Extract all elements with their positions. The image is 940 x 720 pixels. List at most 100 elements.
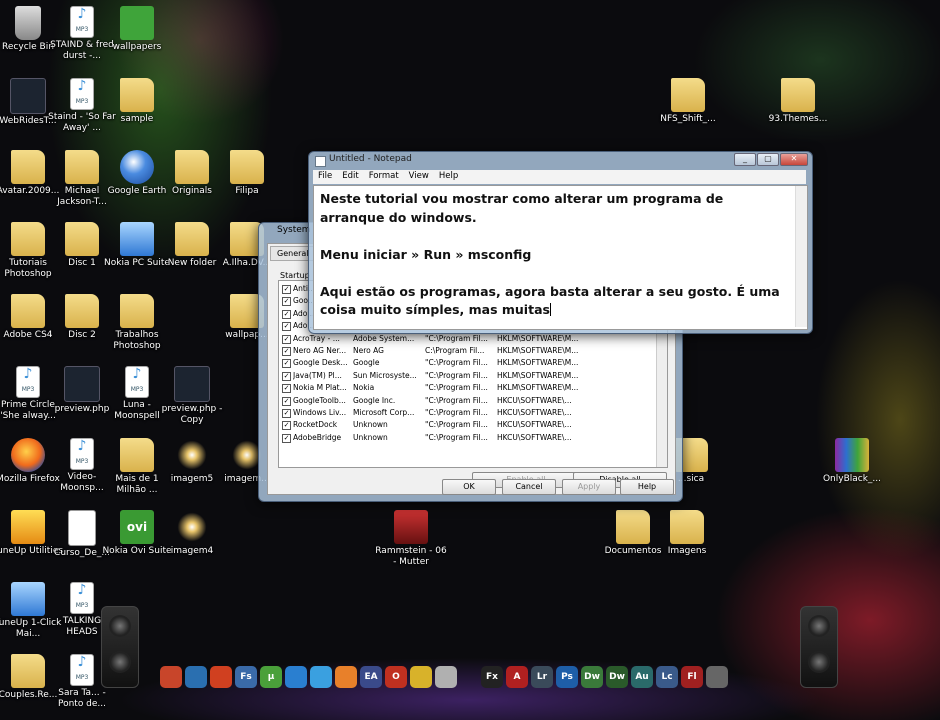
startup-location: HKCU\SOFTWARE\...: [497, 395, 572, 405]
dreamweaver-icon[interactable]: Dw: [581, 666, 603, 688]
desktop-icon-themes[interactable]: 93.Themes...: [762, 78, 834, 125]
mp3-icon: [70, 438, 94, 470]
startup-checkbox[interactable]: ✓: [282, 359, 291, 369]
desktop-icon-onlyblack[interactable]: OnlyBlack_...: [816, 438, 888, 485]
menu-view[interactable]: View: [404, 170, 434, 184]
folder-icon: [11, 654, 45, 688]
chrome-icon[interactable]: [410, 666, 432, 688]
desktop-icon-imagens[interactable]: Imagens: [651, 510, 723, 557]
menu-edit[interactable]: Edit: [337, 170, 363, 184]
notepad-scrollbar[interactable]: [795, 186, 807, 327]
startup-command: "C:\Program Fil...: [425, 420, 488, 430]
maximize-button[interactable]: ▢: [757, 153, 779, 166]
swirl-icon[interactable]: [160, 666, 182, 688]
shield-icon: [11, 510, 45, 544]
folder-icon: [120, 78, 154, 112]
startup-command: "C:\Program Fil...: [425, 358, 488, 368]
startup-checkbox[interactable]: ✓: [282, 396, 291, 406]
startup-row[interactable]: ✓ GoogleToolb... Google Inc. "C:\Program Fi…: [279, 395, 655, 407]
mp3-icon: [70, 654, 94, 686]
dreamweaver2-icon[interactable]: Dw: [606, 666, 628, 688]
contribute-icon[interactable]: Lc: [656, 666, 678, 688]
desktop-icon-wallpapers[interactable]: wallpapers: [101, 6, 173, 53]
desktop-icon-filipa[interactable]: Filipa: [211, 150, 283, 197]
desktop-icon-label: 93.Themes...: [768, 114, 828, 124]
close-button[interactable]: ✕: [780, 153, 808, 166]
ea-icon[interactable]: EA: [360, 666, 382, 688]
flash-icon[interactable]: Fl: [681, 666, 703, 688]
folder-icon: [11, 294, 45, 328]
startup-location: HKLM\SOFTWARE\M...: [497, 370, 579, 380]
ok-button[interactable]: OK: [442, 479, 496, 495]
startup-row[interactable]: ✓ Google Desk... Google "C:\Program Fil... H…: [279, 357, 655, 369]
teamviewer-icon[interactable]: [285, 666, 307, 688]
firefox-icon[interactable]: [335, 666, 357, 688]
startup-checkbox[interactable]: ✓: [282, 433, 291, 443]
lightroom-icon[interactable]: Lr: [531, 666, 553, 688]
startup-row[interactable]: ✓ RocketDock Unknown "C:\Program Fil... HKCU…: [279, 419, 655, 431]
startup-manufacturer: Microsoft Corp...: [353, 408, 415, 417]
cancel-button[interactable]: Cancel: [502, 479, 556, 495]
startup-row[interactable]: ✓ Nero AG Ner... Nero AG C:\Program Fil... H…: [279, 345, 655, 357]
notepad-window[interactable]: Untitled - Notepad _ ▢ ✕ File Edit Format V…: [308, 151, 813, 334]
desktop-icon-trabalhos[interactable]: Trabalhos Photoshop: [101, 294, 173, 352]
acrobat-icon[interactable]: A: [506, 666, 528, 688]
messenger-icon[interactable]: [310, 666, 332, 688]
startup-manufacturer: Sun Microsyste...: [353, 370, 417, 380]
folder-icon: [781, 78, 815, 112]
media-icon[interactable]: [435, 666, 457, 688]
apply-button[interactable]: Apply: [562, 479, 616, 495]
steam-icon[interactable]: [185, 666, 207, 688]
help-button[interactable]: Help: [620, 479, 674, 495]
startup-checkbox[interactable]: ✓: [282, 285, 291, 294]
fx-icon[interactable]: Fx: [481, 666, 503, 688]
menu-format[interactable]: Format: [364, 170, 404, 184]
startup-checkbox[interactable]: ✓: [282, 409, 291, 418]
green-icon: [120, 6, 154, 40]
startup-location: HKLM\SOFTWARE\M...: [497, 383, 579, 393]
startup-checkbox[interactable]: ✓: [282, 309, 291, 319]
audition-icon[interactable]: Au: [631, 666, 653, 688]
menu-file[interactable]: File: [313, 170, 337, 184]
desktop-icon-rammstein[interactable]: Rammstein - 06 - Mutter: [375, 510, 447, 568]
photoshop-icon[interactable]: Ps: [556, 666, 578, 688]
startup-checkbox[interactable]: ✓: [282, 297, 291, 307]
notepad-editor[interactable]: Neste tutorial vou mostrar como alterar …: [313, 185, 808, 330]
opera-icon[interactable]: O: [385, 666, 407, 688]
notepad-icon: [315, 156, 326, 167]
folder-icon: [175, 150, 209, 184]
startup-row[interactable]: ✓ Nokia M Plat... Nokia "C:\Program Fil... H…: [279, 382, 655, 394]
bin-icon: [15, 6, 41, 40]
startup-row[interactable]: ✓ AcroTray - ... Adobe System... "C:\Progra…: [279, 333, 655, 345]
folder-icon: [175, 222, 209, 256]
startup-row[interactable]: ✓ Java(TM) Pl... Sun Microsyste... "C:\Prog…: [279, 370, 655, 382]
menu-help[interactable]: Help: [434, 170, 463, 184]
startup-checkbox[interactable]: ✓: [282, 384, 291, 394]
desktop-icon-imagem4[interactable]: imagem4: [156, 510, 228, 557]
desktop-icon-sample[interactable]: sample: [101, 78, 173, 125]
utorrent-icon[interactable]: µ: [260, 666, 282, 688]
startup-checkbox[interactable]: ✓: [282, 371, 291, 381]
startup-manufacturer: Google Inc.: [353, 395, 396, 405]
startup-checkbox[interactable]: ✓: [282, 322, 291, 332]
minimize-button[interactable]: _: [734, 153, 756, 166]
mp3-icon: [70, 582, 94, 614]
startup-checkbox[interactable]: ✓: [282, 334, 291, 344]
desktop-icon-label: sample: [120, 114, 154, 124]
refresh-icon[interactable]: [210, 666, 232, 688]
desktop-icon-nfs[interactable]: NFS_Shift_...: [652, 78, 724, 125]
startup-item: GoogleToolb...: [293, 395, 346, 405]
startup-item: Nokia M Plat...: [293, 383, 347, 393]
startup-location: HKLM\SOFTWARE\M...: [497, 358, 579, 368]
startup-checkbox[interactable]: ✓: [282, 347, 291, 356]
startup-manufacturer: Adobe System...: [353, 333, 415, 343]
desktop-icon-previewcopy[interactable]: preview.php - Copy: [156, 366, 228, 426]
desktop-icon-label: preview.php - Copy: [161, 404, 223, 425]
fs-icon[interactable]: Fs: [235, 666, 257, 688]
startup-item: AcroTray - ...: [293, 333, 340, 343]
startup-row[interactable]: ✓ Windows Liv... Microsoft Corp... "C:\Prog…: [279, 407, 655, 419]
trash-icon[interactable]: [706, 666, 728, 688]
startup-row[interactable]: ✓ AdobeBridge Unknown "C:\Program Fil... HKC…: [279, 432, 655, 444]
startup-checkbox[interactable]: ✓: [282, 421, 291, 431]
notepad-text[interactable]: Neste tutorial vou mostrar como alterar …: [320, 190, 790, 320]
